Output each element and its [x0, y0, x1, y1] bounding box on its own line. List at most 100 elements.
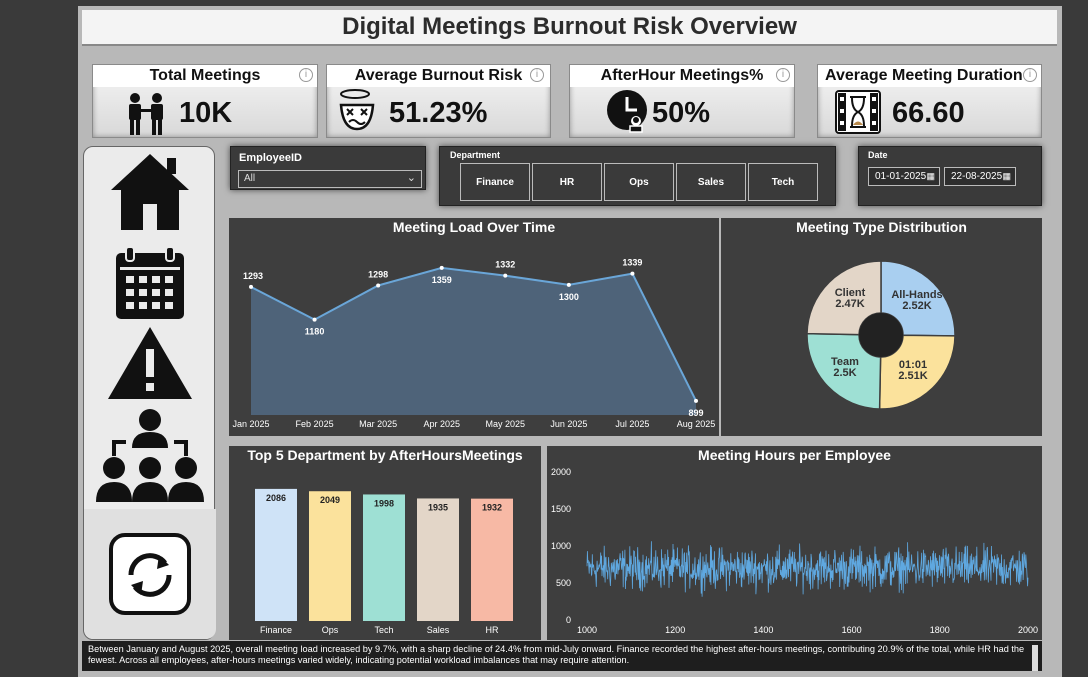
dept-button-finance[interactable]: Finance: [460, 163, 530, 201]
kpi-total-meetings: Total Meetings i 10K: [92, 64, 318, 138]
top-departments-panel: Top 5 Department by AfterHoursMeetings 2…: [229, 446, 541, 640]
kpi-label: Total Meetings: [93, 65, 317, 87]
page-title: Digital Meetings Burnout Risk Overview: [342, 13, 797, 40]
home-icon: [111, 154, 189, 230]
bar: [309, 491, 351, 621]
bar-value-label: 1935: [428, 502, 448, 512]
employee-slicer-label: EmployeeID: [239, 152, 302, 164]
y-tick-label: 500: [556, 578, 571, 588]
data-point: [249, 284, 253, 289]
data-point: [503, 273, 508, 278]
summary-paragraph: Between January and August 2025, overall…: [88, 644, 1025, 665]
info-icon[interactable]: i: [530, 68, 544, 82]
x-tick-label: 1200: [665, 625, 685, 635]
meeting-type-panel: Meeting Type Distribution All-Hands 2.52K…: [721, 218, 1042, 436]
data-point: [694, 398, 698, 403]
date-start-value: 01-01-2025: [875, 171, 927, 182]
meeting-hours-chart: 0 500 1000 1500 2000 1000 1200 1400 1600 1800 2000: [551, 467, 1038, 635]
data-point: [439, 265, 444, 270]
calendar-picker-icon: ▦: [1002, 171, 1011, 181]
top-departments-chart: 2086 Finance 2049 Ops 1998 Tech 1935 Sales 1932 H…: [255, 488, 513, 635]
nav-panel: [83, 146, 216, 640]
kpi-value: 66.60: [892, 97, 965, 129]
bar-value-label: 2086: [266, 493, 286, 503]
x-tick-label: Tech: [374, 625, 393, 635]
info-icon[interactable]: i: [776, 68, 790, 82]
x-tick-label: 1800: [930, 625, 950, 635]
data-label: 1332: [495, 260, 515, 270]
nav-warning[interactable]: [84, 323, 216, 403]
y-tick-label: 2000: [551, 467, 571, 477]
data-label: 1359: [432, 275, 452, 285]
meeting-hours-panel: Meeting Hours per Employee 0 500 1000 1500 2…: [547, 446, 1042, 640]
x-tick-label: May 2025: [486, 419, 526, 429]
kpi-afterhour-meetings: AfterHour Meetings% i 50%: [569, 64, 795, 138]
data-label: 899: [688, 408, 703, 418]
info-icon[interactable]: i: [299, 68, 313, 82]
data-label: 1293: [243, 271, 263, 281]
refresh-icon: [109, 533, 191, 615]
info-icon[interactable]: i: [1023, 68, 1037, 82]
date-slicer: Date 01-01-2025 ▦ 22-08-2025 ▦: [858, 146, 1042, 206]
data-point: [312, 317, 317, 322]
x-tick-label: HR: [486, 625, 499, 635]
x-tick-label: Sales: [427, 625, 450, 635]
dept-button-hr[interactable]: HR: [532, 163, 602, 201]
data-label: 1298: [368, 269, 388, 279]
y-tick-label: 0: [566, 615, 571, 625]
bar: [255, 488, 297, 621]
meeting-load-chart: 1293 Jan 2025 1180 Feb 2025 1298 Mar 2025 1359…: [232, 258, 715, 429]
data-point: [566, 282, 571, 287]
summary-text: Between January and August 2025, overall…: [82, 641, 1042, 671]
x-tick-label: Ops: [322, 625, 339, 635]
data-label: 1300: [559, 292, 579, 302]
donut-hole: [859, 313, 903, 357]
title-bar: Digital Meetings Burnout Risk Overview: [82, 10, 1057, 46]
nav-refresh[interactable]: [84, 509, 216, 639]
data-label: 1339: [622, 258, 642, 268]
summary-scrollbar[interactable]: [1032, 645, 1038, 671]
employee-dropdown[interactable]: All ⌄: [238, 170, 422, 188]
clock-person-icon: [607, 90, 647, 133]
date-slicer-label: Date: [868, 150, 888, 160]
slice-value: 2.47K: [835, 298, 864, 310]
area-fill: [251, 267, 696, 415]
date-end-input[interactable]: 22-08-2025 ▦: [944, 167, 1016, 186]
kpi-label: AfterHour Meetings%: [570, 65, 794, 87]
y-tick-label: 1000: [551, 541, 571, 551]
date-start-input[interactable]: 01-01-2025 ▦: [868, 167, 940, 186]
kpi-value: 51.23%: [389, 97, 488, 129]
chevron-down-icon: ⌄: [406, 172, 416, 184]
x-tick-label: Jun 2025: [550, 419, 587, 429]
meeting-load-panel: Meeting Load Over Time 1293 Jan 2025 1180 F…: [229, 218, 719, 436]
calendar-icon: [116, 246, 184, 319]
data-point: [630, 271, 635, 276]
x-tick-label: 1000: [577, 625, 597, 635]
nav-org-chart[interactable]: [84, 405, 216, 505]
slice-value: 2.52K: [902, 300, 931, 312]
bar-value-label: 1998: [374, 498, 394, 508]
dept-button-tech[interactable]: Tech: [748, 163, 818, 201]
dizzy-face-icon: [339, 89, 375, 131]
x-tick-label: 1400: [753, 625, 773, 635]
warning-icon: [108, 327, 192, 399]
people-meeting-icon: [129, 93, 163, 135]
data-point: [376, 283, 381, 288]
department-slicer-label: Department: [450, 150, 501, 160]
x-tick-label: Apr 2025: [423, 419, 460, 429]
org-chart-icon: [96, 409, 204, 502]
x-tick-label: Jul 2025: [615, 419, 649, 429]
nav-calendar[interactable]: [84, 243, 216, 323]
employee-slicer: EmployeeID All ⌄: [230, 146, 426, 190]
calendar-picker-icon: ▦: [926, 171, 935, 181]
kpi-burnout-risk: Average Burnout Risk i 51.23%: [326, 64, 551, 138]
bar-value-label: 2049: [320, 495, 340, 505]
dept-button-ops[interactable]: Ops: [604, 163, 674, 201]
bar: [417, 498, 459, 621]
series-line: [586, 541, 1029, 597]
bar-value-label: 1932: [482, 503, 502, 513]
dept-button-sales[interactable]: Sales: [676, 163, 746, 201]
x-tick-label: Feb 2025: [296, 419, 334, 429]
nav-home[interactable]: [84, 149, 216, 235]
date-end-value: 22-08-2025: [951, 171, 1003, 182]
